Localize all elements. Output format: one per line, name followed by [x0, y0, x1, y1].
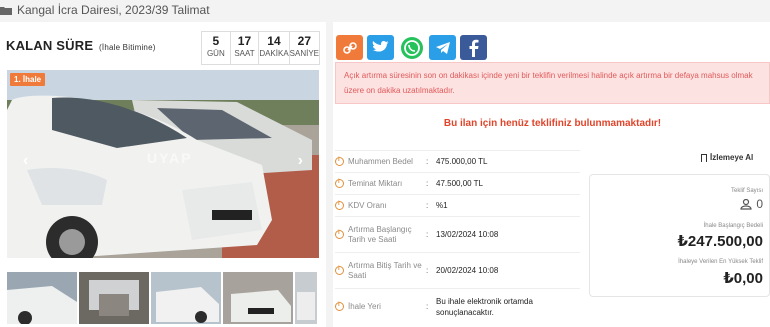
timer-unit: DAKİKA [259, 49, 289, 58]
thumbnail[interactable] [295, 272, 317, 324]
gavel-icon [740, 198, 752, 210]
timer-unit: SAAT [234, 49, 255, 58]
detail-separator: : [426, 302, 429, 311]
detail-separator: : [426, 179, 429, 188]
whatsapp-icon[interactable] [398, 35, 425, 60]
thumbnail-image [7, 272, 77, 324]
next-photo-icon[interactable]: › [298, 152, 303, 170]
detail-key: Artırma Bitiş Tarih ve Saati [348, 260, 422, 280]
facebook-icon[interactable] [460, 35, 487, 60]
timer-seconds: 27 SANİYE [290, 32, 319, 64]
detail-value: 47.500,00 TL [436, 179, 484, 188]
watch-button[interactable]: İzlemeye Al [701, 153, 753, 162]
photo-thumbnails [7, 272, 319, 324]
detail-key: Muhammen Bedel [348, 156, 413, 166]
highest-bid-label: İhaleye Verilen En Yüksek Teklif [678, 259, 763, 265]
info-icon [335, 179, 344, 188]
info-icon [335, 157, 344, 166]
prev-photo-icon[interactable]: ‹ [23, 152, 28, 170]
detail-value: %1 [436, 201, 448, 210]
detail-key: İhale Yeri [348, 301, 381, 311]
thumbnail-image [295, 272, 317, 324]
detail-row: KDV Oranı : %1 [335, 194, 580, 216]
folder-icon [0, 6, 12, 15]
countdown-sublabel: (İhale Bitimine) [99, 43, 156, 52]
detail-separator: : [426, 230, 429, 239]
detail-row: Artırma Başlangıç Tarih ve Saati : 13/02… [335, 216, 580, 252]
share-buttons [336, 35, 487, 60]
countdown: KALAN SÜRE (İhale Bitimine) 5 GÜN 17 SAA… [0, 22, 326, 68]
detail-value: 20/02/2024 10:08 [436, 266, 499, 275]
link-glyph [342, 41, 357, 54]
info-icon [335, 302, 344, 311]
timer-value: 27 [297, 34, 311, 48]
timer-value: 14 [267, 34, 281, 48]
auction-round-badge: 1. İhale [10, 73, 46, 86]
detail-separator: : [426, 266, 429, 275]
detail-row: Teminat Miktarı : 47.500,00 TL [335, 172, 580, 194]
twitter-icon[interactable] [367, 35, 394, 60]
start-price-value: ₺247.500,00 [677, 233, 763, 250]
timer-unit: GÜN [206, 49, 225, 58]
start-price-label: İhale Başlangıç Bedeli [703, 223, 763, 229]
timer-minutes: 14 DAKİKA [259, 32, 290, 64]
countdown-label: KALAN SÜRE (İhale Bitimine) [6, 38, 156, 53]
detail-key: Teminat Miktarı [348, 178, 403, 188]
detail-separator: : [426, 201, 429, 210]
bid-summary: Teklif Sayısı 0 İhale Başlangıç Bedeli ₺… [589, 174, 770, 297]
timer-value: 5 [212, 34, 220, 48]
link-icon[interactable] [336, 35, 363, 60]
photo-watermark: UYAP [147, 150, 193, 166]
thumbnail-image [223, 272, 293, 324]
breadcrumb: Kangal İcra Dairesi, 2023/39 Talimat [0, 0, 770, 20]
bid-count: 0 [740, 197, 763, 211]
countdown-title: KALAN SÜRE [6, 38, 94, 53]
telegram-icon[interactable] [429, 35, 456, 60]
detail-separator: : [426, 157, 429, 166]
detail-value: 475.000,00 TL [436, 157, 488, 166]
info-icon [335, 230, 344, 239]
detail-value: Bu ihale elektronik ortamda sonuçlanacak… [436, 296, 533, 317]
info-icon [335, 266, 344, 275]
bid-count-label: Teklif Sayısı [730, 188, 763, 194]
whatsapp-glyph [400, 36, 423, 59]
thumbnail[interactable] [151, 272, 221, 324]
page-title: Kangal İcra Dairesi, 2023/39 Talimat [17, 3, 210, 17]
telegram-glyph [435, 41, 450, 54]
thumbnail[interactable] [223, 272, 293, 324]
auction-info-panel: Açık artırma süresinin son on dakikası i… [333, 22, 770, 327]
bid-count-value: 0 [756, 197, 763, 211]
watch-label: İzlemeye Al [710, 153, 754, 162]
timer-days: 5 GÜN [202, 32, 231, 64]
thumbnail[interactable] [79, 272, 149, 324]
twitter-glyph [372, 40, 389, 52]
no-bid-message: Bu ilan için henüz teklifiniz bulunmamak… [443, 118, 662, 129]
detail-row: Muhammen Bedel : 475.000,00 TL [335, 150, 580, 172]
extension-alert: Açık artırma süresinin son on dakikası i… [335, 62, 770, 104]
timer-hours: 17 SAAT [231, 32, 260, 64]
main-car-photo[interactable]: 1. İhale ‹ › UYAP [7, 70, 319, 258]
thumbnail[interactable] [7, 272, 77, 324]
timer-value: 17 [237, 34, 252, 48]
thumbnail-image [79, 272, 149, 324]
thumbnail-image [151, 272, 221, 324]
auction-details: Muhammen Bedel : 475.000,00 TL Teminat M… [335, 150, 580, 324]
info-icon [335, 201, 344, 210]
highest-bid-value: ₺0,00 [723, 270, 763, 287]
detail-key: KDV Oranı [348, 200, 387, 210]
detail-row: Artırma Bitiş Tarih ve Saati : 20/02/202… [335, 252, 580, 288]
facebook-glyph [469, 39, 478, 57]
detail-value: 13/02/2024 10:08 [436, 230, 499, 239]
countdown-timer: 5 GÜN 17 SAAT 14 DAKİKA 27 SANİYE [201, 31, 320, 65]
timer-unit: SANİYE [289, 49, 319, 58]
bookmark-icon [701, 153, 707, 162]
detail-key: Artırma Başlangıç Tarih ve Saati [348, 224, 412, 244]
detail-row: İhale Yeri : Bu ihale elektronik ortamda… [335, 288, 580, 324]
auction-media-panel: KALAN SÜRE (İhale Bitimine) 5 GÜN 17 SAA… [0, 22, 326, 327]
